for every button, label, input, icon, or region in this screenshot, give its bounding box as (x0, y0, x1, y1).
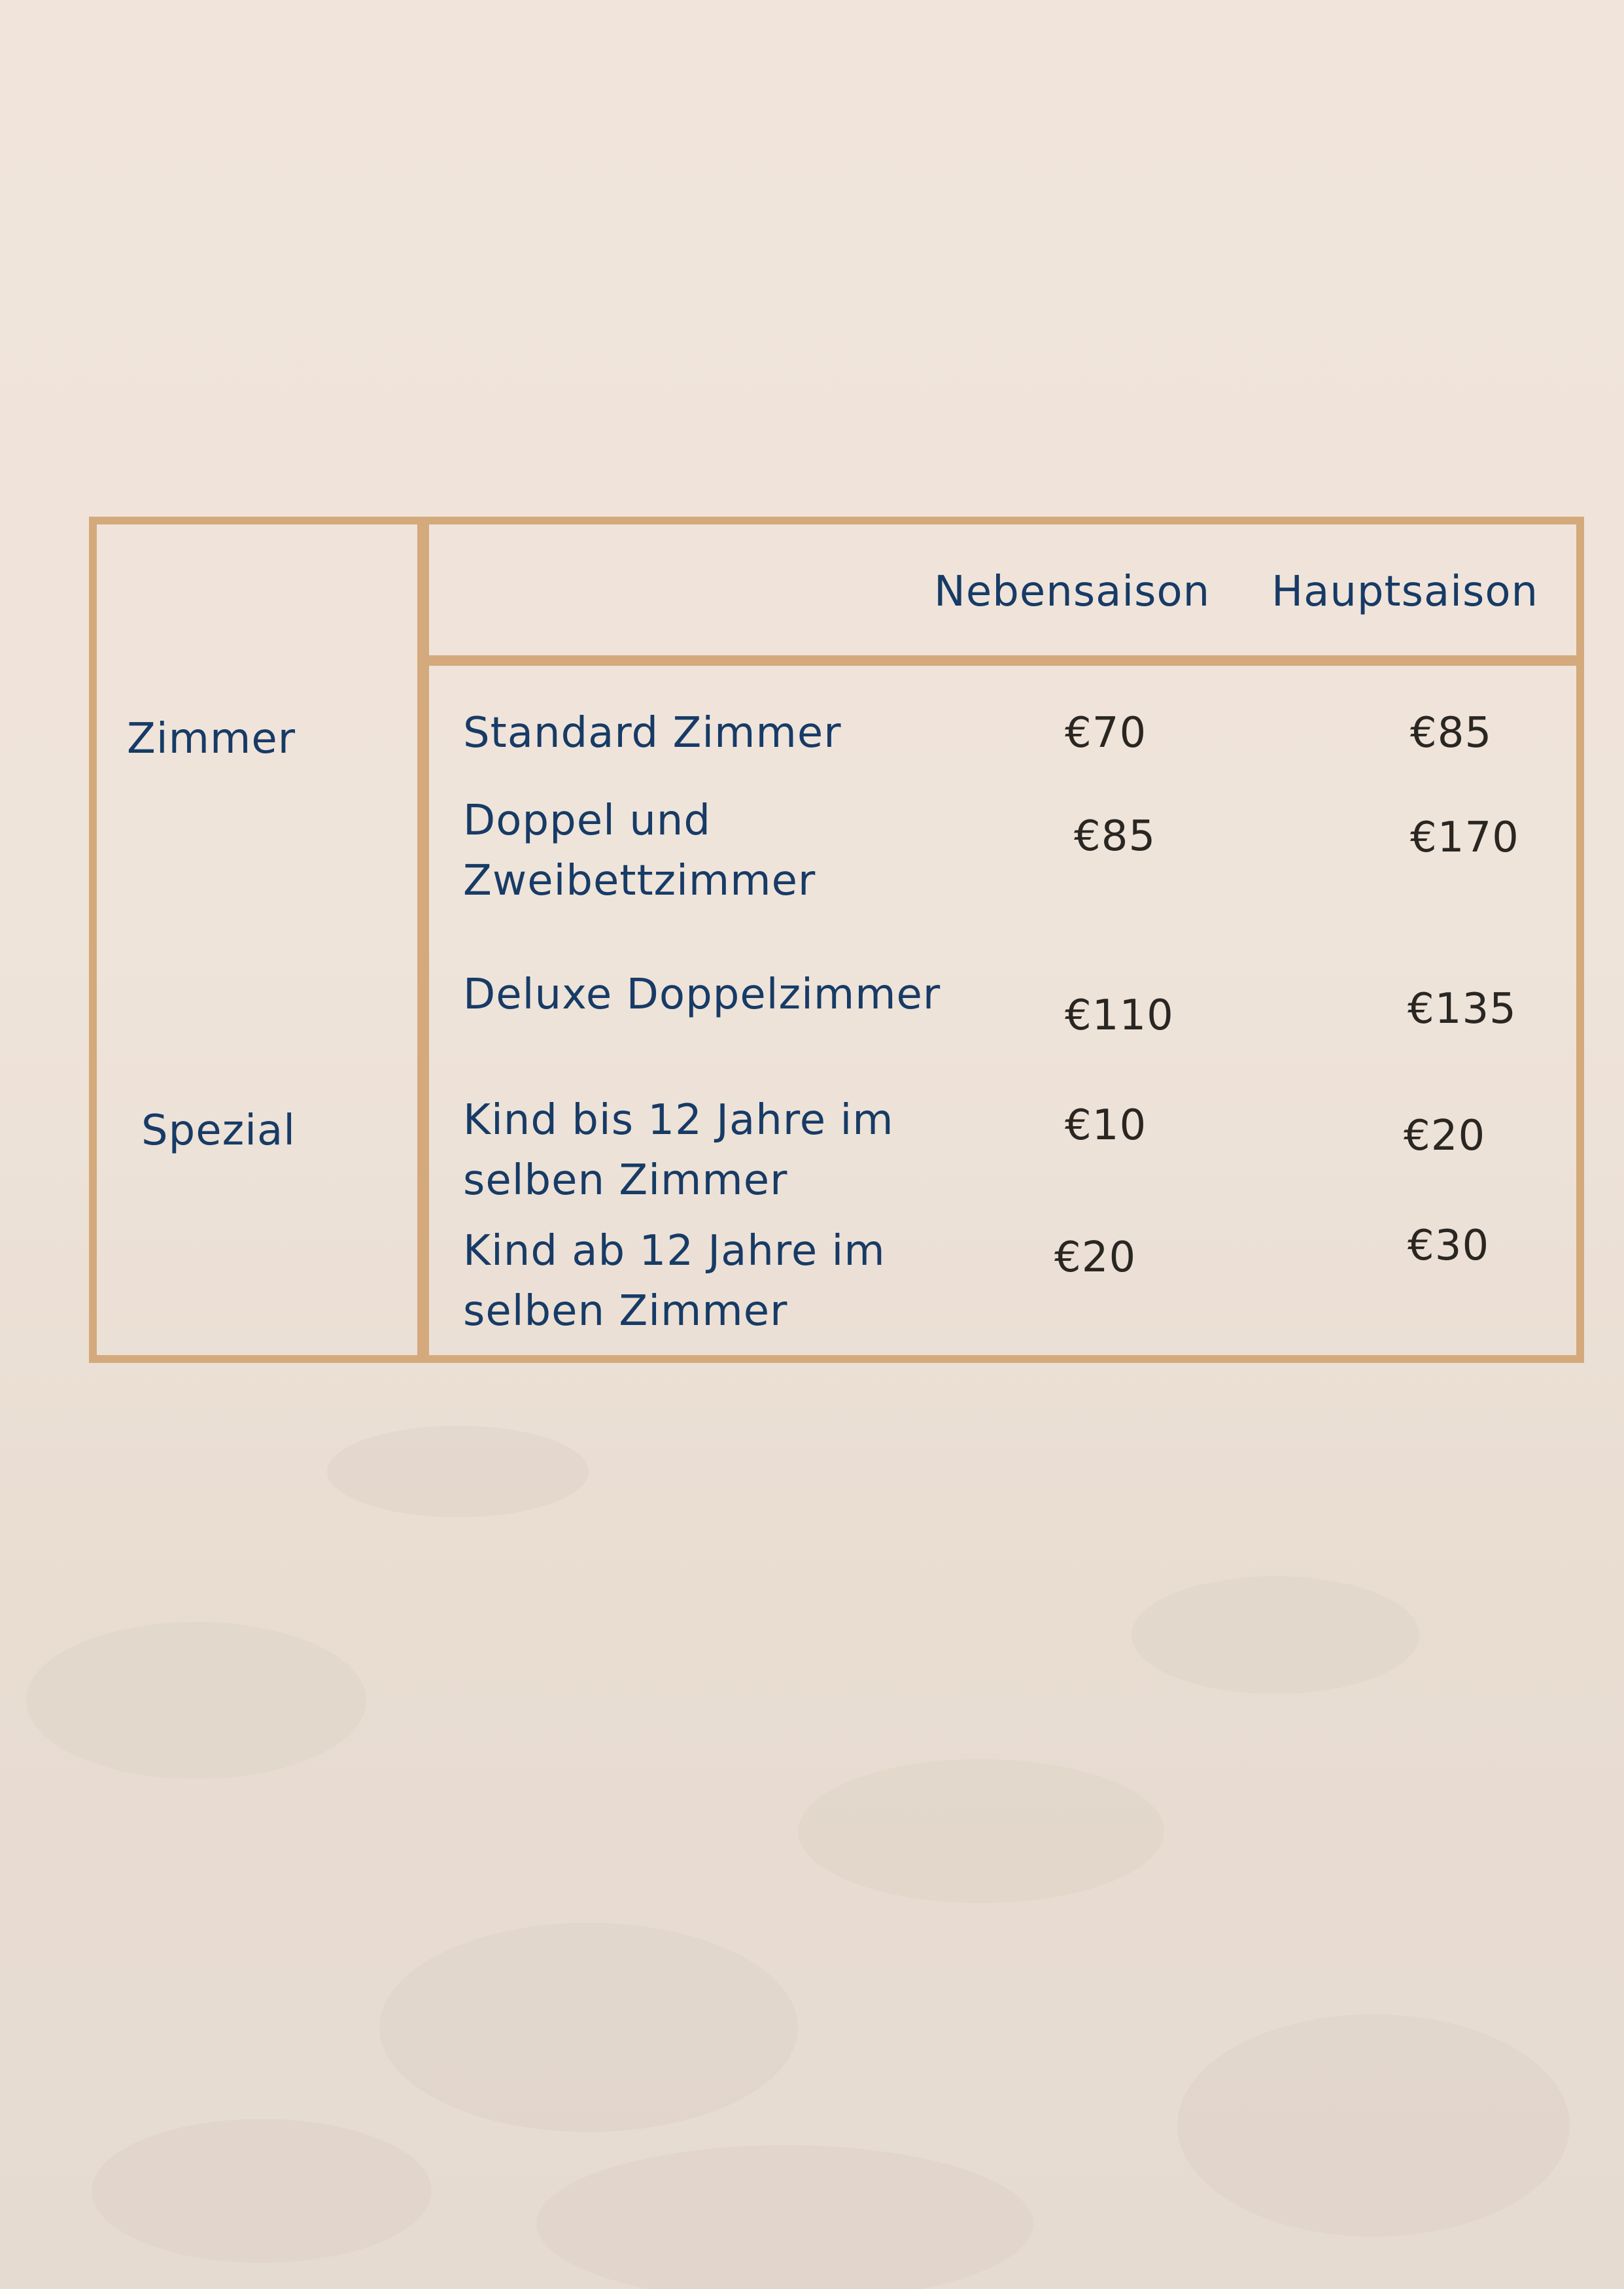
price-off-season: €20 (1054, 1233, 1137, 1282)
price-high-season: €20 (1404, 1112, 1486, 1160)
price-off-season: €85 (1074, 812, 1156, 861)
row-name-line2: Zweibettzimmer (463, 857, 816, 905)
row-name: Kind bis 12 Jahre im (463, 1096, 894, 1144)
price-off-season: €70 (1065, 709, 1147, 757)
price-off-season: €10 (1065, 1101, 1147, 1150)
row-name: Deluxe Doppelzimmer (463, 971, 941, 1019)
row-name-line2: selben Zimmer (463, 1156, 788, 1205)
price-high-season: €135 (1408, 985, 1517, 1033)
price-high-season: €170 (1410, 814, 1519, 862)
header-off-season: Nebensaison (934, 568, 1211, 616)
category-special: Spezial (141, 1107, 296, 1155)
category-column-divider (417, 517, 429, 1363)
header-divider (426, 655, 1584, 666)
price-high-season: €85 (1410, 709, 1493, 757)
row-name-line2: selben Zimmer (463, 1287, 788, 1335)
header-high-season: Hauptsaison (1271, 568, 1539, 616)
row-name: Standard Zimmer (463, 709, 842, 757)
row-name: Kind ab 12 Jahre im (463, 1227, 886, 1275)
price-off-season: €110 (1065, 991, 1174, 1040)
category-rooms: Zimmer (127, 715, 296, 763)
row-name: Doppel und (463, 797, 711, 845)
price-high-season: €30 (1408, 1222, 1490, 1270)
